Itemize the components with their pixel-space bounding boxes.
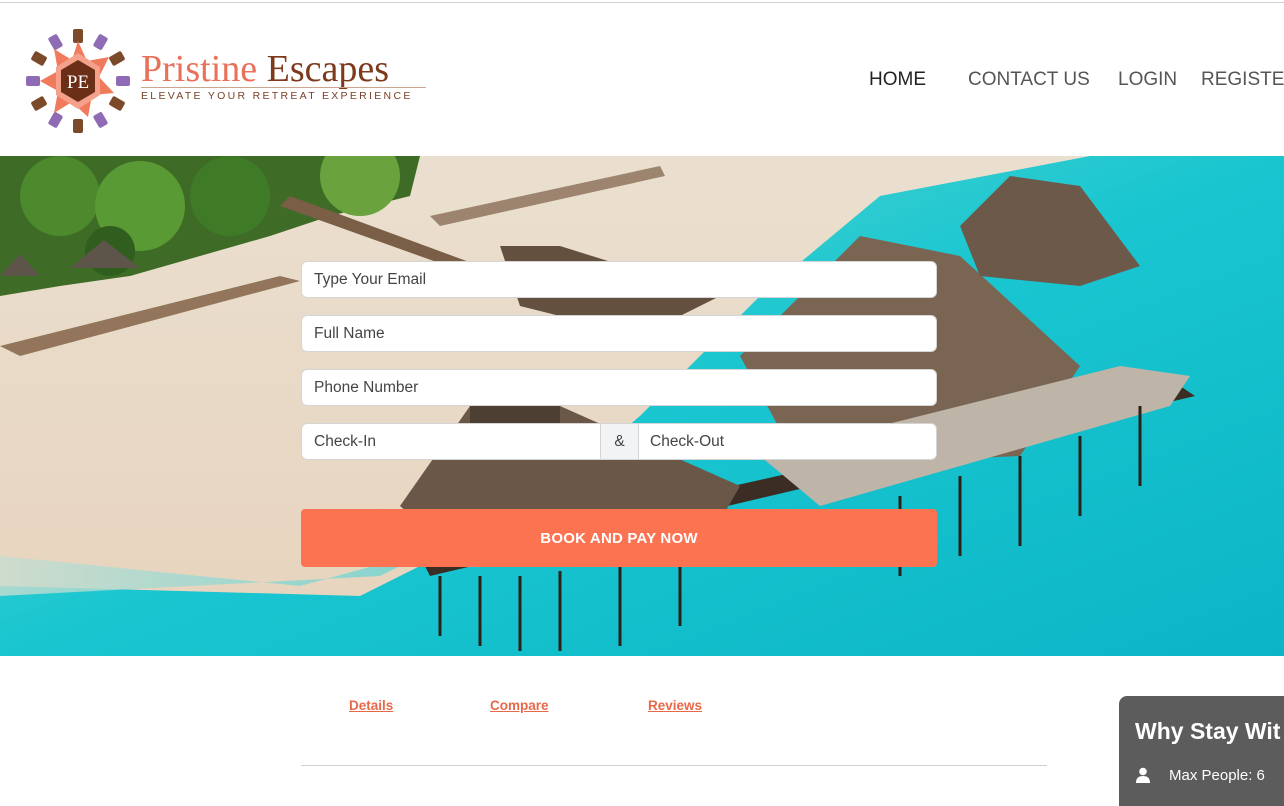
tab-reviews[interactable]: Reviews [648,698,702,713]
why-stay-title: Why Stay Wit [1135,718,1281,744]
check-in-field[interactable] [302,424,600,459]
email-field[interactable] [301,261,937,298]
nav-contact-us[interactable]: CONTACT US [968,69,1090,91]
hero-beach-image [0,156,1284,656]
max-people-text: Max People: 6 [1169,767,1265,784]
user-icon [1136,767,1150,783]
tab-compare[interactable]: Compare [490,698,549,713]
date-separator: & [600,424,639,459]
full-name-field[interactable] [301,315,937,352]
brand-divider [141,87,426,88]
phone-number-field[interactable] [301,369,937,406]
site-header: PE Pristine Escapes ELEVATE YOUR RETREAT… [0,3,1284,156]
why-stay-card: Why Stay Wit Max People: 6 [1119,696,1284,806]
brand-name: Pristine Escapes [141,49,389,89]
brand-logo[interactable]: PE Pristine Escapes ELEVATE YOUR RETREAT… [24,27,444,137]
nav-register[interactable]: REGISTER [1201,69,1284,91]
brand-name-second: Escapes [266,48,390,90]
logo-monogram: PE [67,72,89,93]
brand-name-first: Pristine [141,48,258,90]
check-out-field[interactable] [638,424,936,459]
section-divider [301,765,1047,766]
hero-section: & BOOK AND PAY NOW [0,156,1284,656]
nav-login[interactable]: LOGIN [1118,69,1177,91]
date-range-group: & [301,423,937,460]
mandala-logo-icon: PE [26,29,130,133]
brand-tagline: ELEVATE YOUR RETREAT EXPERIENCE [141,90,413,102]
tab-details[interactable]: Details [349,698,393,713]
book-and-pay-button[interactable]: BOOK AND PAY NOW [301,509,937,567]
nav-home[interactable]: HOME [869,69,926,91]
